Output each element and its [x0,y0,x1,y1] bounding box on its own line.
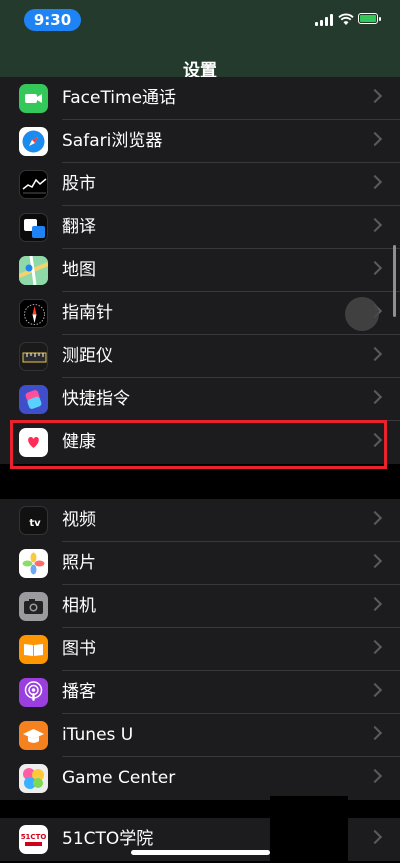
chevron-right-icon [367,131,383,147]
settings-row-photos[interactable]: 照片 [0,542,400,585]
chevron-right-icon [367,260,383,276]
chevron-right-icon [367,88,383,104]
settings-row-maps[interactable]: 地图 [0,249,400,292]
settings-row-label: 测距仪 [62,346,113,366]
settings-row-shortcuts[interactable]: 快捷指令 [0,378,400,421]
51cto-icon: 51CTO [19,825,48,854]
chevron-right-icon [367,725,383,741]
chevron-right-icon [367,346,383,362]
settings-row-game-center[interactable]: Game Center [0,757,400,800]
stocks-icon [19,170,48,199]
chevron-right-icon [367,553,383,569]
settings-row-label: iTunes U [62,725,134,745]
chevron-right-icon [367,174,383,190]
podcasts-icon [19,678,48,707]
settings-row-stocks[interactable]: 股市 [0,163,400,206]
game-center-icon [19,764,48,793]
settings-row-label: Game Center [62,768,176,788]
battery-charging-icon [358,13,381,24]
settings-row-books[interactable]: 图书 [0,628,400,671]
settings-row-label: 视频 [62,510,96,530]
settings-row-camera[interactable]: 相机 [0,585,400,628]
photos-icon [19,549,48,578]
shortcuts-icon [19,385,48,414]
status-time[interactable]: 9:30 [24,9,81,31]
settings-row-label: 相机 [62,596,96,616]
itunes-u-icon [19,721,48,750]
settings-row-tv[interactable]: tv 视频 [0,499,400,542]
settings-row-label: FaceTime通话 [62,88,177,108]
chevron-right-icon [367,639,383,655]
camera-icon [19,592,48,621]
settings-row-label: 翻译 [62,217,96,237]
status-bar: 9:30 [0,0,400,44]
chevron-right-icon [367,768,383,784]
safari-icon [19,127,48,156]
settings-row-label: 快捷指令 [62,389,130,409]
assistive-touch-button[interactable] [345,297,379,331]
settings-row-compass[interactable]: 指南针 [0,292,400,335]
svg-text:51CTO: 51CTO [21,833,47,841]
cellular-signal-icon [315,14,333,26]
settings-row-label: 指南针 [62,303,113,323]
settings-row-label: 图书 [62,639,96,659]
settings-row-label: 照片 [62,553,96,573]
chevron-right-icon [367,682,383,698]
apple-tv-icon: tv [19,506,48,535]
maps-icon [19,256,48,285]
redaction-block [270,796,348,863]
settings-group-media: tv 视频 照片 相机 图书 播客 iTunes U Game Center [0,499,400,800]
settings-row-facetime[interactable]: FaceTime通话 [0,77,400,120]
health-row-highlight-box [10,420,387,469]
settings-row-label: 播客 [62,682,96,702]
settings-row-label: 股市 [62,174,96,194]
compass-icon [19,299,48,328]
settings-row-label: Safari浏览器 [62,131,163,151]
chevron-right-icon [367,596,383,612]
settings-row-itunes-u[interactable]: iTunes U [0,714,400,757]
chevron-right-icon [367,217,383,233]
books-icon [19,635,48,664]
settings-row-label: 地图 [62,260,96,280]
home-indicator[interactable] [131,850,270,855]
measure-icon [19,342,48,371]
chevron-right-icon [367,510,383,526]
wifi-icon [338,13,354,25]
translate-icon [19,213,48,242]
facetime-icon [19,84,48,113]
chevron-right-icon [367,389,383,405]
settings-row-safari[interactable]: Safari浏览器 [0,120,400,163]
scroll-indicator[interactable] [393,245,396,317]
settings-row-translate[interactable]: 翻译 [0,206,400,249]
settings-row-measure[interactable]: 测距仪 [0,335,400,378]
settings-group-apps: FaceTime通话 Safari浏览器 股市 翻译 地图 指南针 测距仪 快捷… [0,77,400,464]
chevron-right-icon [367,829,383,845]
settings-row-podcasts[interactable]: 播客 [0,671,400,714]
svg-text:tv: tv [29,518,41,529]
